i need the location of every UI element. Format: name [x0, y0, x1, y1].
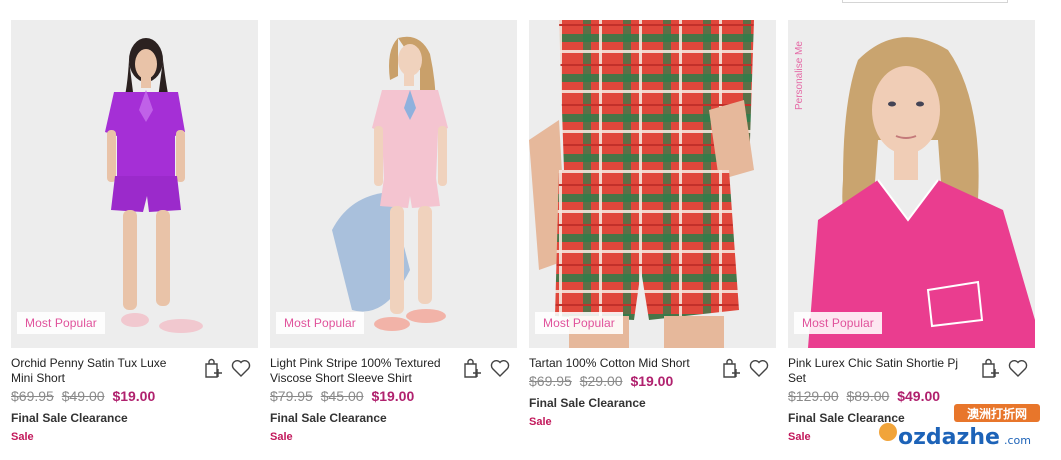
most-popular-badge: Most Popular	[17, 312, 105, 334]
clearance-label: Final Sale Clearance	[270, 411, 387, 425]
sale-label: Sale	[529, 416, 552, 428]
add-to-bag-icon[interactable]	[202, 357, 224, 379]
product-photo	[529, 20, 776, 348]
product-title[interactable]: Orchid Penny Satin Tux Luxe Mini Short	[11, 356, 191, 386]
heart-icon[interactable]	[230, 357, 252, 379]
previous-price: $29.00	[579, 373, 623, 389]
product-card[interactable]: Personalise Me Most Popular Pink Lurex C…	[788, 20, 1035, 443]
sort-dropdown[interactable]	[842, 0, 1008, 3]
product-card[interactable]: Most Popular Light Pink Stripe 100% Text…	[270, 20, 517, 443]
price-row: $79.95 $45.00 $19.00	[270, 388, 517, 408]
product-actions	[461, 357, 511, 379]
original-price: $79.95	[270, 388, 313, 404]
most-popular-badge: Most Popular	[794, 312, 882, 334]
product-image[interactable]: Most Popular	[11, 20, 258, 348]
sale-price: $19.00	[630, 373, 674, 389]
price-row: $69.95 $49.00 $19.00	[11, 388, 258, 408]
product-photo	[788, 20, 1035, 348]
product-card[interactable]: Most Popular Tartan 100% Cotton Mid Shor…	[529, 20, 776, 443]
add-to-bag-icon[interactable]	[720, 357, 742, 379]
heart-icon[interactable]	[1007, 357, 1029, 379]
product-grid: Most Popular Orchid Penny Satin Tux Luxe…	[11, 20, 1035, 443]
watermark-cn-text: 澳洲打折网	[967, 406, 1027, 421]
product-info: Tartan 100% Cotton Mid Short $69.95 $29.…	[529, 348, 776, 428]
product-image[interactable]: Personalise Me Most Popular	[788, 20, 1035, 348]
previous-price: $49.00	[61, 388, 105, 404]
product-image[interactable]: Most Popular	[529, 20, 776, 348]
sale-price: $19.00	[371, 388, 415, 404]
original-price: $69.95	[529, 373, 572, 389]
product-title[interactable]: Light Pink Stripe 100% Textured Viscose …	[270, 356, 450, 386]
previous-price: $45.00	[320, 388, 364, 404]
product-info: Orchid Penny Satin Tux Luxe Mini Short $…	[11, 348, 258, 443]
ozdazhe-watermark-logo: 澳洲打折网 ozdazhe .com	[876, 404, 1052, 454]
product-actions	[720, 357, 770, 379]
clearance-label: Final Sale Clearance	[11, 411, 128, 425]
product-photo	[11, 20, 258, 348]
sale-price: $49.00	[897, 388, 941, 404]
watermark-site-text: ozdazhe	[898, 425, 1000, 450]
product-card[interactable]: Most Popular Orchid Penny Satin Tux Luxe…	[11, 20, 258, 443]
product-info: Light Pink Stripe 100% Textured Viscose …	[270, 348, 517, 443]
original-price: $129.00	[788, 388, 839, 404]
original-price: $69.95	[11, 388, 54, 404]
personalise-me-label[interactable]: Personalise Me	[794, 41, 805, 110]
product-photo	[270, 20, 517, 348]
heart-icon[interactable]	[748, 357, 770, 379]
sale-label: Sale	[11, 431, 34, 443]
product-image[interactable]: Most Popular	[270, 20, 517, 348]
add-to-bag-icon[interactable]	[979, 357, 1001, 379]
heart-icon[interactable]	[489, 357, 511, 379]
most-popular-badge: Most Popular	[535, 312, 623, 334]
watermark-tld-text: .com	[1004, 434, 1031, 447]
add-to-bag-icon[interactable]	[461, 357, 483, 379]
most-popular-badge: Most Popular	[276, 312, 364, 334]
product-title[interactable]: Pink Lurex Chic Satin Shortie Pj Set	[788, 356, 968, 386]
product-actions	[202, 357, 252, 379]
sale-price: $19.00	[112, 388, 156, 404]
product-actions	[979, 357, 1029, 379]
clearance-label: Final Sale Clearance	[529, 396, 646, 410]
sale-label: Sale	[270, 431, 293, 443]
previous-price: $89.00	[846, 388, 890, 404]
